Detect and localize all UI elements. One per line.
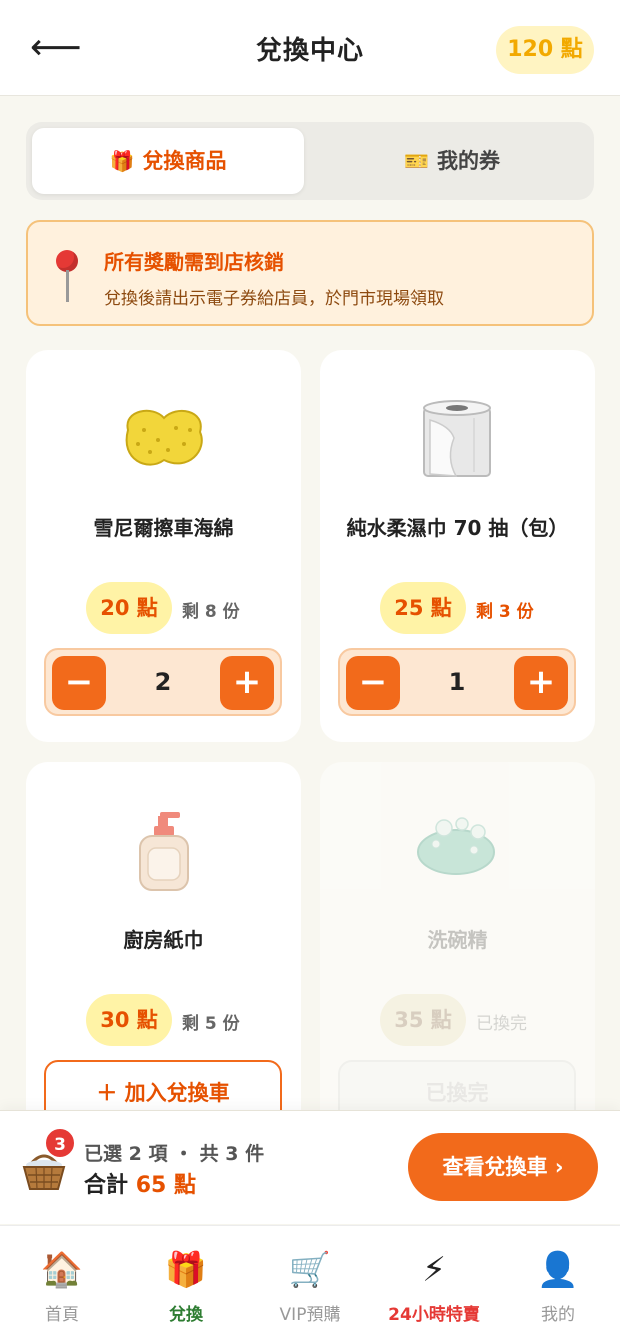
ticket-icon: 🎫 bbox=[404, 149, 429, 173]
product-name: 純水柔濕巾 70 抽（包） bbox=[346, 516, 569, 540]
product-card: 純水柔濕巾 70 抽（包） 25 點 剩 3 份 − 1 + bbox=[320, 350, 595, 742]
total-label: 合計 bbox=[84, 1173, 129, 1198]
tab-redeem-products[interactable]: 🎁 兌換商品 bbox=[32, 128, 304, 194]
tab-bar: 🎁 兌換商品 🎫 我的券 bbox=[26, 122, 594, 200]
stock-remaining: 剩 3 份 bbox=[476, 602, 534, 622]
toilet-roll-icon bbox=[423, 400, 491, 477]
product-name: 洗碗精 bbox=[427, 928, 488, 952]
stock-remaining: 剩 8 份 bbox=[182, 602, 240, 622]
nav-label: VIP預購 bbox=[279, 1305, 341, 1325]
nav-vip-preorder[interactable]: 🛒 VIP預購 bbox=[248, 1226, 372, 1341]
tab-my-vouchers[interactable]: 🎫 我的券 bbox=[316, 128, 588, 194]
nav-label: 兌換 bbox=[169, 1305, 203, 1325]
nav-24h-sale[interactable]: ⚡ 24小時特賣 bbox=[372, 1226, 496, 1341]
product-card: 廚房紙巾 30 點 剩 5 份 ＋ 加入兌換車 bbox=[26, 762, 301, 1162]
tab-label: 我的券 bbox=[436, 149, 500, 173]
tab-label: 兌換商品 bbox=[142, 149, 227, 173]
points-cost-badge: 30 點 bbox=[86, 994, 172, 1046]
stock-remaining: 剩 5 份 bbox=[182, 1014, 240, 1034]
nav-label: 首頁 bbox=[45, 1305, 79, 1325]
soap-bar-icon bbox=[417, 817, 495, 875]
lightning-icon: ⚡ bbox=[422, 1250, 446, 1290]
points-cost-badge: 20 點 bbox=[86, 582, 172, 634]
points-balance-badge: 120 點 bbox=[496, 26, 594, 74]
cart-summary-bar: 3 已選 2 項 ・ 共 3 件 合計 65 點 查看兌換車 › bbox=[0, 1110, 620, 1224]
soap-bottle-icon bbox=[139, 812, 189, 891]
nav-label: 24小時特賣 bbox=[388, 1305, 480, 1325]
quantity-stepper: − 2 + bbox=[44, 648, 282, 716]
pin-icon bbox=[56, 250, 80, 306]
quantity-stepper: − 1 + bbox=[338, 648, 576, 716]
product-name: 雪尼爾擦車海綿 bbox=[93, 516, 234, 540]
points-cost-badge: 25 點 bbox=[380, 582, 466, 634]
gift-icon: 🎁 bbox=[109, 149, 135, 173]
cart-count-badge: 3 bbox=[44, 1127, 76, 1159]
header: ⟵ 兌換中心 120 點 bbox=[0, 0, 620, 96]
cart-total: 合計 65 點 bbox=[84, 1167, 196, 1199]
store-notice-banner: 所有獎勵需到店核銷 兌換後請出示電子券給店員，於門市現場領取 bbox=[26, 220, 594, 326]
view-cart-button[interactable]: 查看兌換車 › bbox=[408, 1133, 598, 1201]
nav-label: 我的 bbox=[541, 1305, 575, 1325]
product-name: 廚房紙巾 bbox=[123, 928, 204, 952]
product-card: 雪尼爾擦車海綿 20 點 剩 8 份 − 2 + bbox=[26, 350, 301, 742]
stock-status: 已換完 bbox=[476, 1014, 527, 1034]
total-value: 65 點 bbox=[135, 1173, 196, 1198]
nav-home[interactable]: 🏠 首頁 bbox=[0, 1226, 124, 1341]
points-cost-badge: 35 點 bbox=[380, 994, 466, 1046]
increase-button[interactable]: + bbox=[220, 656, 274, 710]
house-icon: 🏠 bbox=[40, 1250, 84, 1290]
selection-summary: 已選 2 項 ・ 共 3 件 bbox=[84, 1143, 265, 1165]
gift-icon: 🎁 bbox=[164, 1250, 208, 1290]
nav-redeem[interactable]: 🎁 兌換 bbox=[124, 1226, 248, 1341]
increase-button[interactable]: + bbox=[514, 656, 568, 710]
nav-profile[interactable]: 👤 我的 bbox=[496, 1226, 620, 1341]
notice-title: 所有獎勵需到店核銷 bbox=[104, 250, 284, 274]
user-icon: 👤 bbox=[536, 1250, 580, 1290]
sponge-icon bbox=[125, 409, 203, 466]
cart-icon: 🛒 bbox=[288, 1250, 332, 1290]
bottom-navigation: 🏠 首頁 🎁 兌換 🛒 VIP預購 ⚡ 24小時特賣 👤 我的 bbox=[0, 1225, 620, 1341]
notice-subtitle: 兌換後請出示電子券給店員，於門市現場領取 bbox=[104, 289, 444, 309]
product-card: 洗碗精 35 點 已換完 已換完 bbox=[320, 762, 595, 1162]
